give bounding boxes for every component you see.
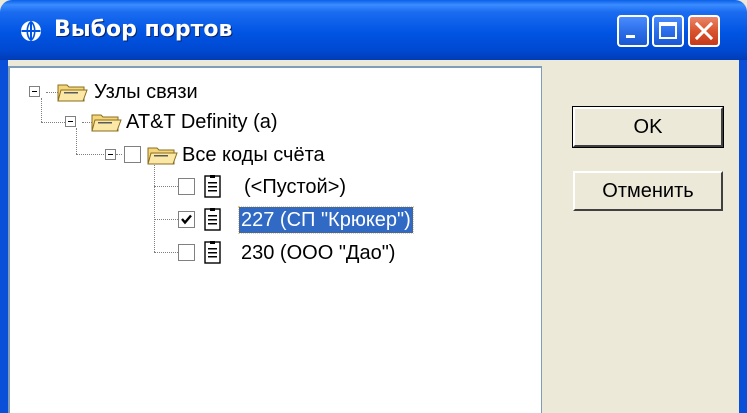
ports-tree-view[interactable]: Узлы связи AT&T Definity (a) Все коды сч… (8, 66, 542, 413)
minimize-button[interactable] (617, 15, 649, 47)
tree-node-all-codes[interactable]: Все коды счёта (10, 142, 390, 168)
collapse-toggle[interactable] (29, 86, 40, 97)
close-icon (694, 21, 714, 41)
close-button[interactable] (688, 15, 720, 47)
tree-item-empty[interactable]: (<Пустой>) (10, 174, 390, 200)
minimize-icon (626, 35, 635, 38)
globe-icon (21, 20, 41, 42)
folder-open-icon (57, 84, 88, 102)
checkbox-all-codes[interactable] (124, 146, 141, 163)
checkmark-icon (181, 214, 192, 225)
document-icon (204, 208, 221, 231)
document-icon (204, 175, 221, 198)
tree-item-227[interactable]: 227 (СП "Крюкер") (10, 206, 430, 234)
tree-label-230[interactable]: 230 (ООО "Дао") (239, 240, 397, 266)
window-frame-left (0, 60, 8, 413)
folder-open-icon (147, 147, 178, 165)
tree-label-root[interactable]: Узлы связи (92, 79, 200, 105)
collapse-toggle[interactable] (65, 116, 76, 127)
cancel-button[interactable]: Отменить (573, 171, 723, 211)
checkbox-empty[interactable] (178, 178, 195, 195)
checkbox-227[interactable] (178, 211, 195, 228)
maximize-icon (659, 22, 677, 39)
folder-open-icon (91, 114, 122, 132)
port-selection-dialog: Выбор портов Узлы связи AT&T Definity (a… (0, 0, 747, 413)
ok-button[interactable]: OK (572, 106, 724, 148)
tree-label-all-codes[interactable]: Все коды счёта (180, 142, 327, 168)
tree-label-att[interactable]: AT&T Definity (a) (124, 109, 280, 135)
window-frame-right (739, 60, 747, 413)
maximize-button[interactable] (652, 15, 684, 47)
tree-node-att[interactable]: AT&T Definity (a) (10, 109, 330, 135)
document-icon (204, 241, 221, 264)
checkbox-230[interactable] (178, 244, 195, 261)
tree-label-227[interactable]: 227 (СП "Крюкер") (238, 206, 414, 234)
collapse-toggle[interactable] (105, 149, 116, 160)
window-title: Выбор портов (54, 17, 233, 42)
tree-item-230[interactable]: 230 (ООО "Дао") (10, 240, 430, 266)
tree-node-root[interactable]: Узлы связи (10, 79, 310, 105)
tree-label-empty[interactable]: (<Пустой>) (242, 174, 348, 200)
title-bar[interactable]: Выбор портов (0, 0, 747, 60)
